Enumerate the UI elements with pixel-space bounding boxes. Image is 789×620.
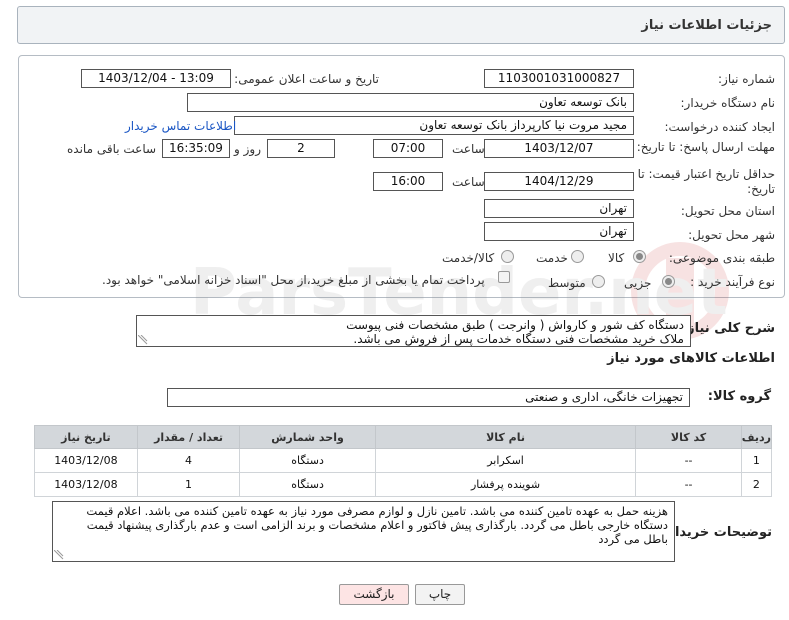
reply-date-field: 1403/12/07 — [484, 139, 634, 158]
buyer-notes-textarea[interactable]: هزینه حمل به عهده تامین کننده می باشد. ت… — [52, 501, 675, 562]
need-number-field: 1103001031000827 — [484, 69, 634, 88]
goods-section-title: اطلاعات کالاهای مورد نیاز — [607, 351, 775, 366]
cell-need-date: 1403/12/08 — [34, 472, 138, 497]
resize-grip-icon[interactable] — [54, 550, 64, 560]
purchase-type-label: نوع فرآیند خرید : — [690, 275, 775, 289]
table-row: 2 -- شوینده پرفشار دستگاه 1 1403/12/08 — [34, 472, 773, 497]
category-label: طبقه بندی موضوعی: — [668, 251, 775, 265]
col-name: نام کالا — [374, 425, 637, 449]
province-field: تهران — [484, 199, 634, 218]
reply-time-label: ساعت — [452, 142, 485, 156]
buyer-notes-label: توضیحات خریدار: — [662, 525, 772, 540]
page-header: جزئیات اطلاعات نیاز — [17, 6, 785, 44]
days-label: روز و — [234, 142, 261, 156]
summary-textarea[interactable]: دستگاه کف شور و کارواش ( وانرجت ) طبق مش… — [136, 315, 691, 347]
cell-quantity: 4 — [136, 448, 241, 473]
category-option-service: خدمت — [536, 251, 568, 265]
purchase-option-medium: متوسط — [548, 276, 586, 290]
cell-code: -- — [635, 448, 742, 473]
goods-group-label: گروه کالا: — [707, 389, 771, 404]
resize-grip-icon[interactable] — [138, 335, 148, 345]
cell-quantity: 1 — [136, 472, 241, 497]
category-radio-goods[interactable] — [633, 250, 646, 263]
cell-name: اسکرابر — [374, 448, 637, 473]
cell-need-date: 1403/12/08 — [34, 448, 138, 473]
col-unit: واحد شمارش — [239, 425, 376, 449]
page-title: جزئیات اطلاعات نیاز — [641, 18, 772, 33]
col-need-date: تاریخ نیاز — [34, 425, 138, 449]
days-field: 2 — [267, 139, 335, 158]
city-label: شهر محل تحویل: — [688, 228, 775, 242]
summary-line-2: ملاک خرید مشخصات فنی دستگاه خدمات پس از … — [353, 332, 684, 346]
buyer-org-label: نام دستگاه خریدار: — [680, 96, 776, 110]
buyer-org-field: بانک توسعه تعاون — [187, 93, 634, 112]
cell-name: شوینده پرفشار — [374, 472, 637, 497]
category-radio-service[interactable] — [571, 250, 584, 263]
back-button[interactable]: بازگشت — [339, 584, 409, 605]
summary-line-1: دستگاه کف شور و کارواش ( وانرجت ) طبق مش… — [346, 318, 684, 332]
category-option-goods: کالا — [608, 251, 625, 265]
category-radio-both[interactable] — [501, 250, 514, 263]
cell-code: -- — [635, 472, 742, 497]
goods-table-header: ردیف کد کالا نام کالا واحد شمارش تعداد /… — [34, 425, 773, 449]
print-button[interactable]: چاپ — [415, 584, 465, 605]
price-deadline-label: حداقل تاریخ اعتبار قیمت: تا تاریخ: — [637, 167, 775, 196]
purchase-option-minor: جزیی — [624, 276, 652, 290]
creator-label: ایجاد کننده درخواست: — [664, 120, 775, 134]
need-number-label: شماره نیاز: — [718, 72, 775, 86]
goods-group-field: تجهیزات خانگی، اداری و صنعتی — [167, 388, 690, 407]
price-time-field: 16:00 — [373, 172, 443, 191]
announce-label: تاریخ و ساعت اعلان عمومی: — [234, 72, 379, 86]
cell-unit: دستگاه — [239, 448, 376, 473]
table-row: 1 -- اسکرابر دستگاه 4 1403/12/08 — [34, 448, 773, 473]
city-field: تهران — [484, 222, 634, 241]
buyer-contact-link[interactable]: اطلاعات تماس خریدار — [125, 119, 236, 133]
cell-row: 1 — [740, 448, 773, 473]
cell-row: 2 — [740, 472, 773, 497]
remaining-time-field: 16:35:09 — [162, 139, 230, 158]
price-time-label: ساعت — [452, 175, 485, 189]
province-label: استان محل تحویل: — [680, 204, 775, 218]
announce-field: 1403/12/04 - 13:09 — [81, 69, 231, 88]
creator-field: مجید مروت نیا کارپرداز بانک توسعه تعاون — [234, 116, 634, 135]
goods-table: ردیف کد کالا نام کالا واحد شمارش تعداد /… — [34, 425, 773, 497]
col-row: ردیف — [740, 425, 773, 449]
purchase-radio-medium[interactable] — [592, 275, 605, 288]
summary-label: شرح کلی نیاز: — [681, 321, 775, 336]
treasury-payment-checkbox[interactable] — [498, 271, 510, 283]
cell-unit: دستگاه — [239, 472, 376, 497]
remaining-label: ساعت باقی مانده — [67, 142, 157, 156]
col-quantity: تعداد / مقدار — [136, 425, 241, 449]
category-option-both: کالا/خدمت — [442, 251, 495, 265]
reply-time-field: 07:00 — [373, 139, 443, 158]
treasury-payment-note: پرداخت تمام یا بخشی از مبلغ خرید،از محل … — [102, 273, 485, 287]
reply-deadline-label: مهلت ارسال پاسخ: تا تاریخ: — [636, 140, 775, 154]
purchase-radio-minor[interactable] — [662, 275, 675, 288]
price-date-field: 1404/12/29 — [484, 172, 634, 191]
col-code: کد کالا — [635, 425, 742, 449]
